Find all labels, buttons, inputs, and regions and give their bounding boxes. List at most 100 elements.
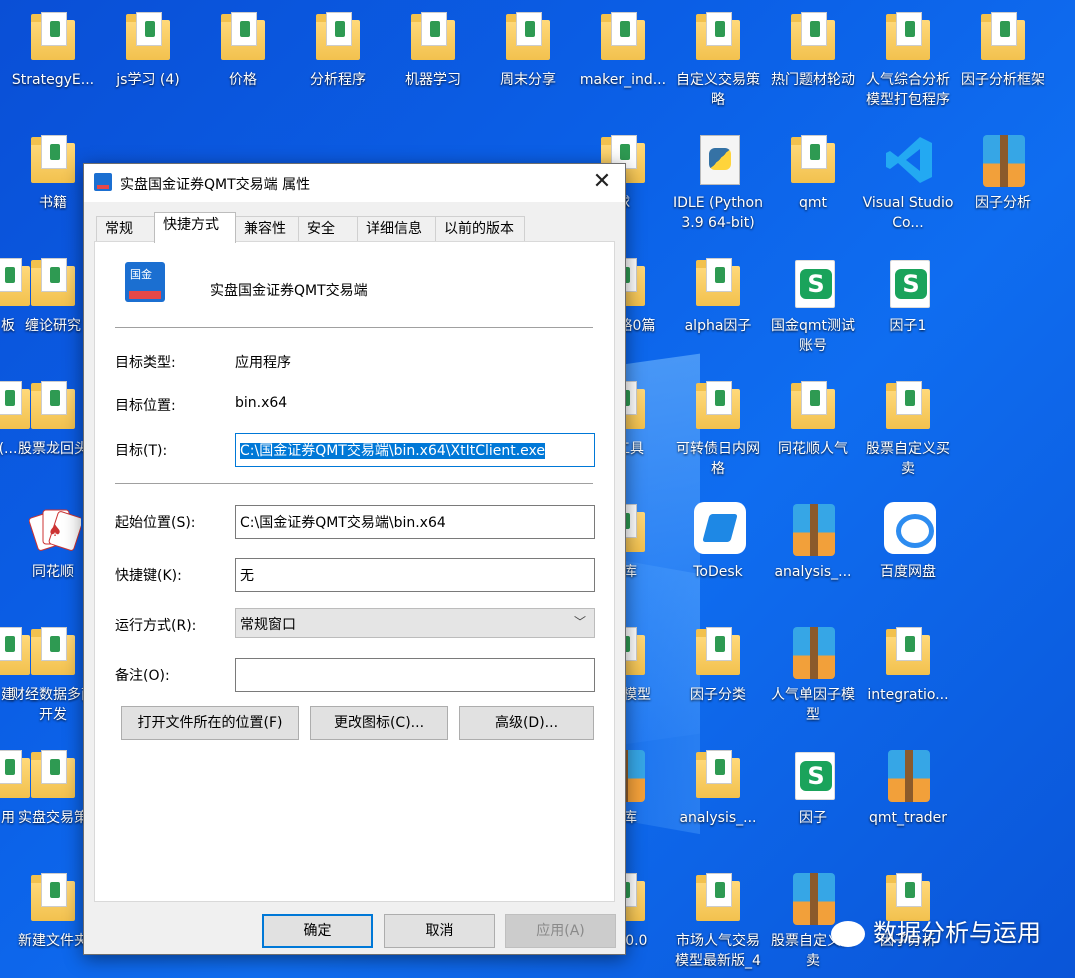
desktop-icon-label: 同花顺人气 [778,441,848,457]
zip-icon [787,625,839,681]
folder-icon [692,625,744,681]
app-icon [94,173,112,191]
desktop-icon[interactable]: 百度网盘 [860,502,956,582]
run-select[interactable]: 常规窗口 ﹀ [235,608,595,638]
desktop-icon-label: 周末分享 [500,72,556,88]
start-in-label: 起始位置(S): [115,515,196,531]
desktop-icon[interactable]: analysis_... [670,748,766,828]
desktop-icon-label: qmt_trader [868,810,948,826]
close-button[interactable]: ✕ [587,168,617,198]
open-file-location-button[interactable]: 打开文件所在的位置(F) [121,706,299,740]
folder-icon [787,10,839,66]
folder-icon [692,871,744,927]
apply-button[interactable]: 应用(A) [505,914,616,948]
desktop-icon[interactable]: IDLE (Python 3.9 64-bit) [670,133,766,233]
start-in-input[interactable]: C:\国金证券QMT交易端\bin.x64 [235,505,595,539]
desktop-icon[interactable]: 价格 [195,10,291,90]
desktop-icon[interactable]: ToDesk [670,502,766,582]
desktop-icon[interactable]: 同花顺人气 [765,379,861,459]
desktop-icon[interactable]: 股票自定义买卖 [860,379,956,479]
desktop-icon[interactable]: qmt [765,133,861,213]
desktop-icon[interactable]: 分析程序 [290,10,386,90]
desktop-icon-label: 热门题材轮动 [771,72,855,88]
target-input[interactable]: C:\国金证券QMT交易端\bin.x64\XtItClient.exe [235,433,595,467]
comment-input[interactable] [235,658,595,692]
desktop-icon-label: 价格 [229,72,257,88]
desktop-icon[interactable]: 因子分析框架 [955,10,1051,90]
desktop-icon[interactable]: integratio... [860,625,956,705]
desktop-icon[interactable]: Visual Studio Co... [860,133,956,233]
desktop-icon-label: 因子1 [889,318,927,334]
xls-icon [787,256,839,312]
tab-security[interactable]: 安全 [298,216,358,242]
tab-general[interactable]: 常规 [96,216,155,242]
desktop-icon-label: 自定义交易策略 [676,72,760,108]
shortcut-app-icon [125,262,165,302]
folder-icon [27,379,79,435]
comment-label: 备注(O): [115,668,170,684]
folder-icon [27,748,79,804]
hotkey-input[interactable]: 无 [235,558,595,592]
desktop-icon[interactable]: 国金qmt测试账号 [765,256,861,356]
desktop-icon[interactable]: 因子分析 [955,133,1051,213]
desktop-icon[interactable]: js学习 (4) [100,10,196,90]
run-select-value: 常规窗口 [240,617,296,633]
desktop-icon[interactable]: 因子分类 [670,625,766,705]
desktop-icon[interactable]: 人气综合分析模型打包程序 [860,10,956,110]
tab-compatibility[interactable]: 兼容性 [235,216,299,242]
desktop-icon[interactable]: 周末分享 [480,10,576,90]
xls-icon [787,748,839,804]
desktop-icon[interactable]: 市场人气交易模型最新版_4 [670,871,766,971]
target-location-label: 目标位置: [115,398,176,414]
svg-text:♠: ♠ [48,521,62,540]
advanced-button[interactable]: 高级(D)... [459,706,594,740]
target-label: 目标(T): [115,443,168,459]
desktop-icon-label: 百度网盘 [880,564,936,580]
desktop-icon-label: Visual Studio Co... [862,195,954,231]
desktop-icon[interactable]: 热门题材轮动 [765,10,861,90]
desktop-icon-label: ToDesk [693,564,743,580]
folder-icon [312,10,364,66]
desktop-icon[interactable]: 自定义交易策略 [670,10,766,110]
desktop-icon-label: qmt [798,195,827,211]
desktop-icon-label: 分析程序 [310,72,366,88]
desktop-icon[interactable]: alpha因子 [670,256,766,336]
ok-button[interactable]: 确定 [262,914,373,948]
dialog-title: 实盘国金证券QMT交易端 属性 [120,177,311,193]
desktop-icon-label: 市场人气交易模型最新版_4 [675,933,761,969]
cancel-button[interactable]: 取消 [384,914,495,948]
desktop-icon[interactable]: 因子1 [860,256,956,336]
tab-previous-versions[interactable]: 以前的版本 [435,216,525,242]
desktop-icon-label: 人气综合分析模型打包程序 [866,72,950,108]
change-icon-button[interactable]: 更改图标(C)... [310,706,448,740]
desktop-icon-label: 因子分类 [690,687,746,703]
desktop-icon[interactable]: qmt_trader [860,748,956,828]
shortcut-panel: 实盘国金证券QMT交易端 目标类型: 应用程序 目标位置: bin.x64 目标… [94,241,615,902]
target-type-label: 目标类型: [115,355,176,371]
tab-details[interactable]: 详细信息 [357,216,436,242]
folder-icon [27,625,79,681]
desktop-icon[interactable]: 因子 [765,748,861,828]
desktop-icon[interactable]: maker_ind... [575,10,671,90]
watermark-text: 数据分析与运用 [873,919,1041,947]
desktop-icon[interactable]: 机器学习 [385,10,481,90]
title-bar[interactable]: 实盘国金证券QMT交易端 属性 ✕ [84,164,625,202]
desktop-icon-label: analysis_... [679,810,757,826]
tab-shortcut[interactable]: 快捷方式 [154,212,236,243]
desktop-icon[interactable]: analysis_... [765,502,861,582]
desktop-icon[interactable]: StrategyE... [5,10,101,90]
folder-icon [882,625,934,681]
desktop-icon[interactable]: 人气单因子模型 [765,625,861,725]
python-icon [692,133,744,189]
zip-icon [882,748,934,804]
desktop-icon-label: maker_ind... [579,72,667,88]
chevron-down-icon: ﹀ [573,615,586,629]
desktop-icon-label: StrategyE... [11,72,95,88]
desktop-icon-label: 因子分析 [975,195,1031,211]
desktop-icon[interactable]: 可转债日内网格 [670,379,766,479]
baidu-icon [882,502,936,558]
properties-dialog: 实盘国金证券QMT交易端 属性 ✕ 常规 快捷方式 兼容性 安全 详细信息 以前… [83,163,626,955]
folder-icon [27,133,79,189]
separator [115,327,593,328]
desktop-icon-label: IDLE (Python 3.9 64-bit) [673,195,763,231]
